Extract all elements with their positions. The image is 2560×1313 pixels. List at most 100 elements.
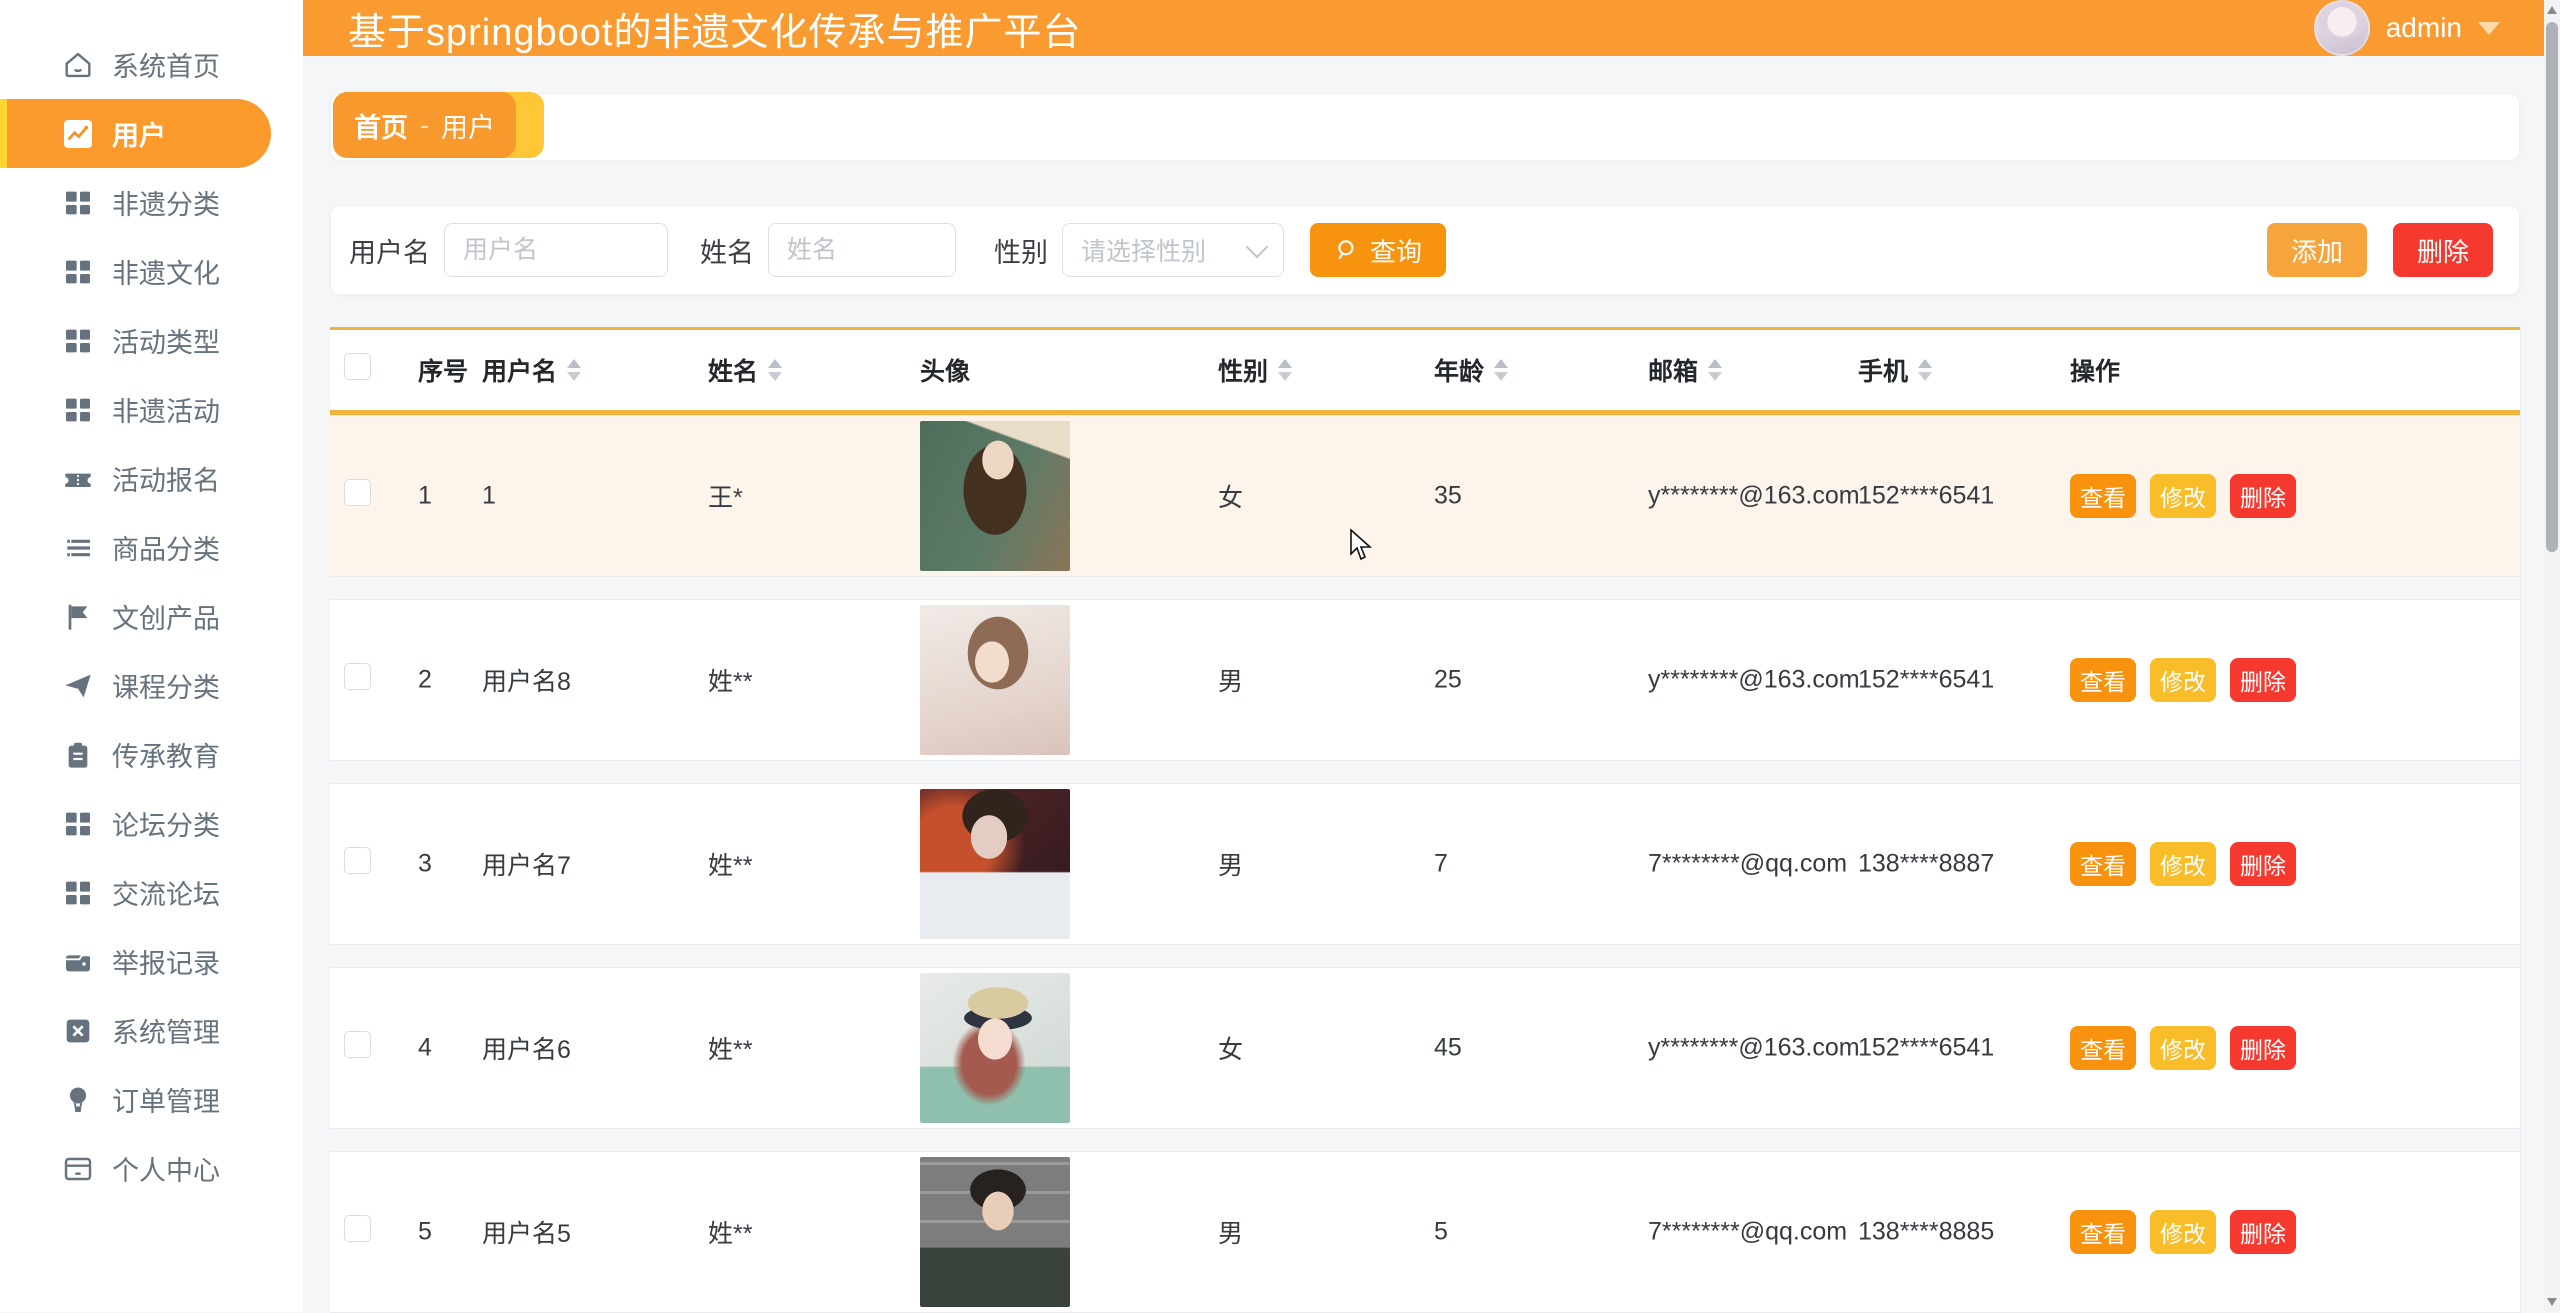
sidebar-item-商品分类[interactable]: 商品分类 xyxy=(0,513,303,582)
row-checkbox[interactable] xyxy=(344,1215,371,1242)
vertical-scrollbar[interactable] xyxy=(2544,0,2560,1312)
sidebar-item-传承教育[interactable]: 传承教育 xyxy=(0,720,303,789)
sidebar-item-文创产品[interactable]: 文创产品 xyxy=(0,582,303,651)
delete-row-button[interactable]: 删除 xyxy=(2230,842,2296,886)
sidebar-item-非遗分类[interactable]: 非遗分类 xyxy=(0,168,303,237)
column-header-邮箱[interactable]: 邮箱 xyxy=(1648,352,1722,388)
table-row[interactable]: 3用户名7姓**男77********@qq.com138****8887查看修… xyxy=(330,783,2520,945)
row-username: 用户名8 xyxy=(482,662,571,698)
row-name: 王* xyxy=(708,478,743,514)
table-row[interactable]: 2用户名8姓**男25y********@163.com152****6541查… xyxy=(330,599,2520,761)
delete-row-button[interactable]: 删除 xyxy=(2230,474,2296,518)
sort-carets-icon[interactable] xyxy=(567,359,581,381)
row-age: 25 xyxy=(1434,666,1462,695)
app-root: 系统首页用户非遗分类非遗文化活动类型非遗活动活动报名商品分类文创产品课程分类传承… xyxy=(0,0,2560,1312)
username-filter-input[interactable] xyxy=(444,223,668,277)
row-checkbox[interactable] xyxy=(344,479,371,506)
sidebar-item-订单管理[interactable]: 订单管理 xyxy=(0,1065,303,1134)
sidebar-item-个人中心[interactable]: 个人中心 xyxy=(0,1134,303,1203)
balloon-icon xyxy=(62,1084,94,1116)
sidebar-item-label: 用户 xyxy=(112,114,166,153)
sidebar-item-系统管理[interactable]: 系统管理 xyxy=(0,996,303,1065)
name-filter-input[interactable] xyxy=(768,223,956,277)
avatar[interactable] xyxy=(920,973,1070,1123)
sort-carets-icon[interactable] xyxy=(1708,359,1722,381)
sidebar-item-label: 商品分类 xyxy=(112,528,220,567)
sidebar-item-交流论坛[interactable]: 交流论坛 xyxy=(0,858,303,927)
delete-row-button[interactable]: 删除 xyxy=(2230,1210,2296,1254)
home-icon xyxy=(62,49,94,81)
edit-button[interactable]: 修改 xyxy=(2150,658,2216,702)
sort-carets-icon[interactable] xyxy=(1278,359,1292,381)
add-button[interactable]: 添加 xyxy=(2267,223,2367,277)
row-index: 4 xyxy=(418,1034,432,1063)
sidebar-item-label: 非遗活动 xyxy=(112,390,220,429)
grid-icon xyxy=(62,808,94,840)
avatar[interactable] xyxy=(920,421,1070,571)
row-phone: 152****6541 xyxy=(1858,482,1994,511)
filter-bar: 用户名 姓名 性别 请选择性别 查询 添加 删除 xyxy=(330,205,2520,295)
sidebar-item-活动报名[interactable]: 活动报名 xyxy=(0,444,303,513)
column-header-手机[interactable]: 手机 xyxy=(1858,352,1932,388)
row-actions: 查看修改删除 xyxy=(2070,1026,2296,1070)
sidebar-item-举报记录[interactable]: 举报记录 xyxy=(0,927,303,996)
table-row[interactable]: 5用户名5姓**男57********@qq.com138****8885查看修… xyxy=(330,1151,2520,1313)
table-row[interactable]: 4用户名6姓**女45y********@163.com152****6541查… xyxy=(330,967,2520,1129)
row-index: 5 xyxy=(418,1218,432,1247)
delete-row-button[interactable]: 删除 xyxy=(2230,1026,2296,1070)
breadcrumb-home[interactable]: 首页 xyxy=(354,106,408,145)
edit-button[interactable]: 修改 xyxy=(2150,1026,2216,1070)
user-avatar[interactable] xyxy=(2314,0,2370,56)
sidebar-item-课程分类[interactable]: 课程分类 xyxy=(0,651,303,720)
sort-carets-icon[interactable] xyxy=(1918,359,1932,381)
view-button[interactable]: 查看 xyxy=(2070,1026,2136,1070)
sidebar-item-label: 非遗分类 xyxy=(112,183,220,222)
user-menu[interactable]: admin xyxy=(2314,0,2500,56)
sidebar-item-非遗活动[interactable]: 非遗活动 xyxy=(0,375,303,444)
row-gender: 女 xyxy=(1218,1030,1243,1066)
clipboard-icon xyxy=(62,739,94,771)
view-button[interactable]: 查看 xyxy=(2070,474,2136,518)
row-username: 用户名6 xyxy=(482,1030,571,1066)
avatar[interactable] xyxy=(920,605,1070,755)
gender-select-placeholder: 请选择性别 xyxy=(1081,232,1206,268)
delete-row-button[interactable]: 删除 xyxy=(2230,658,2296,702)
avatar[interactable] xyxy=(920,1157,1070,1307)
scroll-down-arrow-icon[interactable] xyxy=(2547,1298,2557,1306)
column-header-用户名[interactable]: 用户名 xyxy=(482,352,581,388)
column-header-年龄[interactable]: 年龄 xyxy=(1434,352,1508,388)
row-index: 3 xyxy=(418,850,432,879)
sidebar-item-活动类型[interactable]: 活动类型 xyxy=(0,306,303,375)
sidebar-item-label: 订单管理 xyxy=(112,1080,220,1119)
sort-carets-icon[interactable] xyxy=(1494,359,1508,381)
sidebar-item-label: 交流论坛 xyxy=(112,873,220,912)
grid-icon xyxy=(62,877,94,909)
row-checkbox[interactable] xyxy=(344,663,371,690)
view-button[interactable]: 查看 xyxy=(2070,842,2136,886)
sort-carets-icon[interactable] xyxy=(768,359,782,381)
view-button[interactable]: 查看 xyxy=(2070,1210,2136,1254)
scrollbar-thumb[interactable] xyxy=(2546,22,2558,552)
search-button[interactable]: 查询 xyxy=(1310,223,1446,277)
sidebar-item-系统首页[interactable]: 系统首页 xyxy=(0,30,303,99)
column-header-性别[interactable]: 性别 xyxy=(1218,352,1292,388)
edit-button[interactable]: 修改 xyxy=(2150,1210,2216,1254)
scroll-up-arrow-icon[interactable] xyxy=(2547,6,2557,14)
view-button[interactable]: 查看 xyxy=(2070,658,2136,702)
row-name: 姓** xyxy=(708,1214,752,1250)
gender-select[interactable]: 请选择性别 xyxy=(1062,223,1284,277)
sidebar-item-论坛分类[interactable]: 论坛分类 xyxy=(0,789,303,858)
column-header-姓名[interactable]: 姓名 xyxy=(708,352,782,388)
edit-button[interactable]: 修改 xyxy=(2150,842,2216,886)
avatar[interactable] xyxy=(920,789,1070,939)
sidebar-item-非遗文化[interactable]: 非遗文化 xyxy=(0,237,303,306)
sidebar-item-用户[interactable]: 用户 xyxy=(0,99,271,168)
row-checkbox[interactable] xyxy=(344,847,371,874)
delete-button[interactable]: 删除 xyxy=(2393,223,2493,277)
edit-button[interactable]: 修改 xyxy=(2150,474,2216,518)
breadcrumb-pill[interactable]: 首页 - 用户 xyxy=(333,92,516,158)
row-checkbox[interactable] xyxy=(344,1031,371,1058)
select-all-checkbox[interactable] xyxy=(344,353,371,380)
table-row[interactable]: 11王*女35y********@163.com152****6541查看修改删… xyxy=(330,415,2520,577)
sidebar-item-label: 系统管理 xyxy=(112,1011,220,1050)
